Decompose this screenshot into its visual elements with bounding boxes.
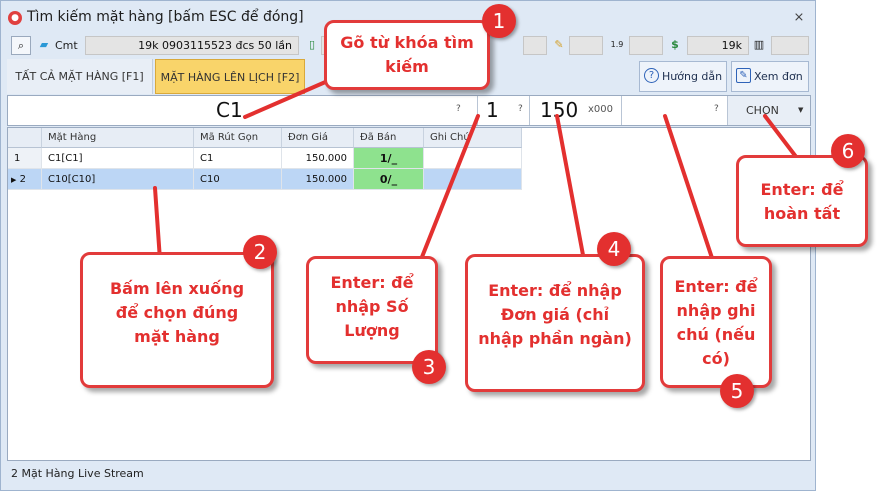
callout-badge-3: 3: [412, 350, 446, 384]
quantity-help-icon: ?: [518, 104, 523, 114]
item-cell: C10[C10]: [42, 169, 194, 190]
sold-cell: 0/_: [354, 169, 424, 190]
search-icon[interactable]: ⌕: [11, 36, 31, 55]
price-cell: 150.000: [282, 169, 354, 190]
price-cell: 150.000: [282, 148, 354, 169]
col-sold[interactable]: Đã Bán: [354, 128, 424, 148]
callout-badge-1: 1: [482, 4, 516, 38]
current-row-icon: ▶: [11, 176, 17, 184]
cmt-label: Cmt: [55, 39, 78, 52]
app-logo-icon: ●: [8, 11, 22, 25]
order-icon: ✎: [736, 68, 751, 83]
toolbar-field-c: [569, 36, 603, 55]
input-row: C1 ? 1 ? 150 x000 ? CHỌN ▼: [7, 95, 811, 126]
row-index: ▶ 2: [8, 169, 42, 190]
view-order-button[interactable]: ✎ Xem đơn: [731, 61, 809, 92]
code-cell: C1: [194, 148, 282, 169]
note-cell: [424, 169, 522, 190]
chevron-down-icon: ▼: [798, 106, 804, 114]
callout-search: Gõ từ khóa tìm kiếm: [324, 20, 490, 90]
item-cell: C1[C1]: [42, 148, 194, 169]
quantity-input[interactable]: 1 ?: [478, 96, 530, 125]
callout-badge-5: 5: [720, 374, 754, 408]
view-order-label: Xem đơn: [754, 70, 803, 83]
table-row[interactable]: 1 C1[C1] C1 150.000 1/_: [8, 148, 810, 169]
close-button[interactable]: ⨯: [791, 10, 807, 26]
comment-icon: ▰: [39, 38, 49, 51]
quantity-value: 1: [486, 98, 499, 122]
table-row[interactable]: ▶ 2 C10[C10] C10 150.000 0/_: [8, 169, 810, 190]
price-value: 150: [540, 98, 579, 122]
tab-scheduled-items[interactable]: MẶT HÀNG LÊN LỊCH [F2]: [155, 59, 305, 94]
window-title: Tìm kiếm mặt hàng [bấm ESC để đóng]: [27, 9, 304, 25]
row-index-value: 2: [19, 174, 26, 185]
toolbar-field-e: [771, 36, 809, 55]
search-input[interactable]: C1 ?: [8, 96, 478, 125]
money-icon: $: [671, 38, 679, 51]
toolbar-field-b: [523, 36, 547, 55]
bottle-icon: ▥: [753, 38, 765, 51]
row-header-corner: [8, 128, 42, 148]
note-input[interactable]: ?: [622, 96, 728, 125]
callout-badge-6: 6: [831, 134, 865, 168]
tab-all-items[interactable]: TẤT CẢ MẶT HÀNG [F1]: [7, 59, 153, 94]
help-icon: ?: [644, 68, 659, 83]
phone-icon: ▯: [308, 38, 316, 51]
counter-icon: 1.9: [610, 40, 624, 49]
ruler-icon: ✎: [554, 38, 564, 51]
help-button[interactable]: ? Hướng dẫn: [639, 61, 727, 92]
price-input[interactable]: 150 x000: [530, 96, 622, 125]
row-index: 1: [8, 148, 42, 169]
col-note[interactable]: Ghi Chú: [424, 128, 522, 148]
toolbar-field-d: [629, 36, 663, 55]
code-cell: C10: [194, 169, 282, 190]
note-help-icon: ?: [714, 104, 719, 114]
search-value: C1: [216, 98, 243, 122]
col-code[interactable]: Mã Rút Gọn: [194, 128, 282, 148]
choose-label: CHỌN: [746, 104, 779, 117]
help-label: Hướng dẫn: [662, 70, 723, 83]
note-cell: [424, 148, 522, 169]
sold-cell: 1/_: [354, 148, 424, 169]
callout-price: Enter: để nhập Đơn giá (chỉ nhập phần ng…: [465, 254, 645, 392]
choose-button[interactable]: CHỌN ▼: [728, 96, 810, 125]
callout-navigate: Bấm lên xuống để chọn đúng mặt hàng: [80, 252, 274, 388]
search-help-icon: ?: [456, 104, 461, 114]
callout-badge-4: 4: [597, 232, 631, 266]
col-price[interactable]: Đơn Giá: [282, 128, 354, 148]
col-item[interactable]: Mặt Hàng: [42, 128, 194, 148]
customer-info-field: 19k 0903115523 đcs 50 lần: [85, 36, 299, 55]
callout-note: Enter: để nhập ghi chú (nếu có): [660, 256, 772, 388]
status-bar: 2 Mặt Hàng Live Stream: [11, 467, 144, 480]
callout-quantity: Enter: để nhập Số Lượng: [306, 256, 438, 364]
price-unit: x000: [588, 104, 614, 115]
callout-finish: Enter: để hoàn tất: [736, 155, 868, 247]
amount-field: 19k: [687, 36, 749, 55]
callout-badge-2: 2: [243, 235, 277, 269]
